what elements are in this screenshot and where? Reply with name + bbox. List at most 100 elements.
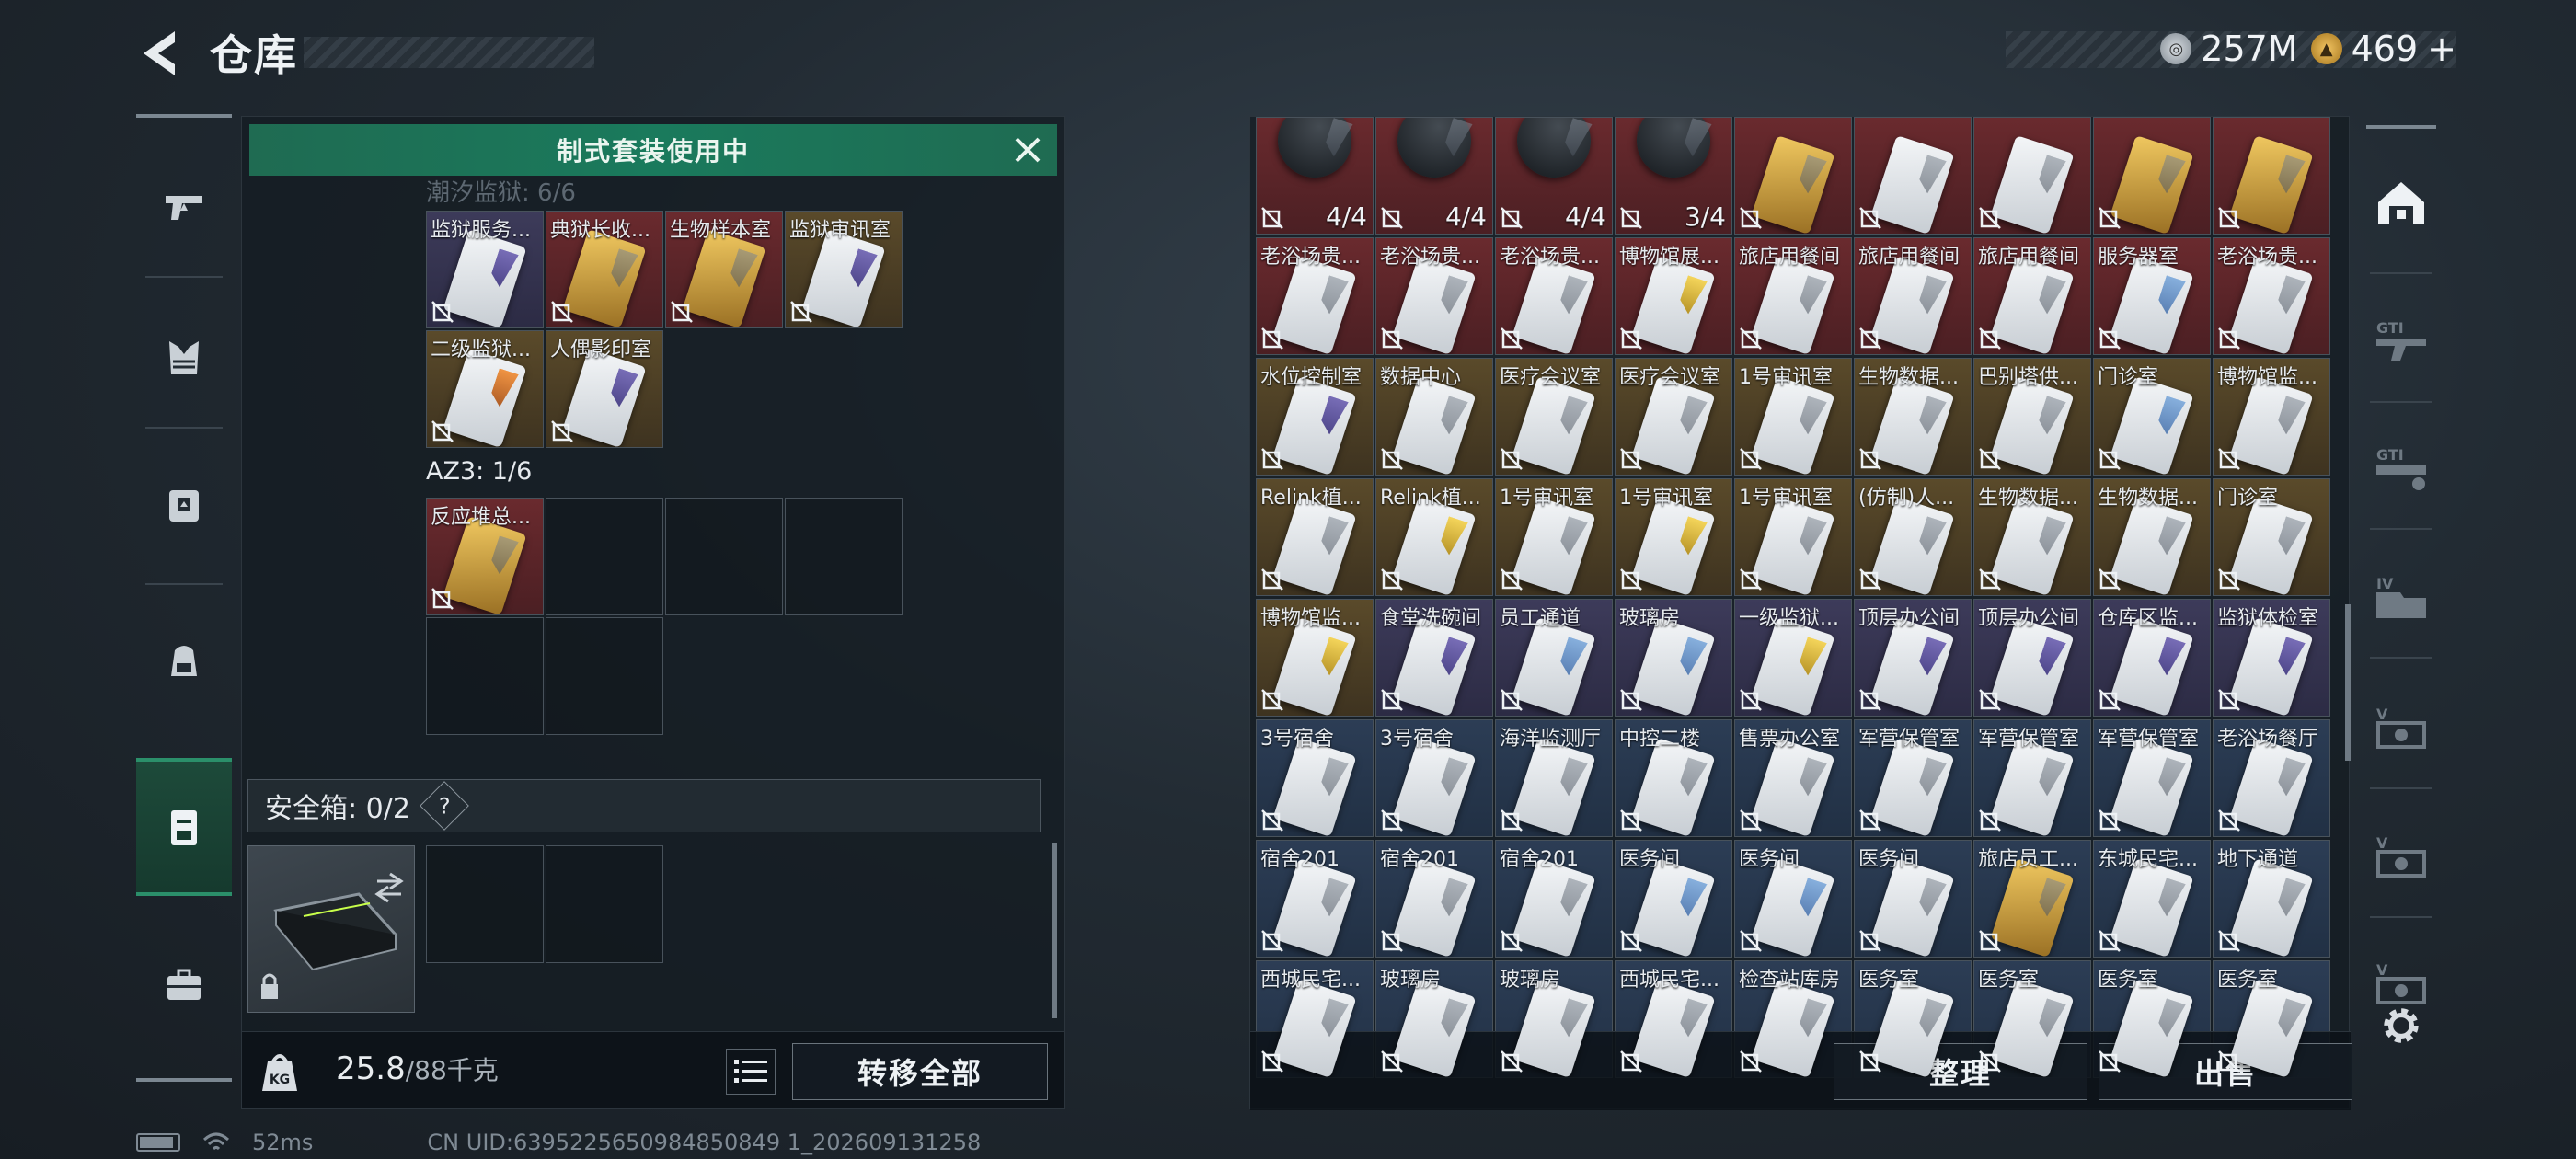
list-view-button[interactable] xyxy=(726,1049,776,1095)
rnav-weapon-rack-2[interactable]: GTI xyxy=(2363,408,2440,528)
keycard-slot[interactable]: 医务间 xyxy=(1615,840,1732,958)
keycard-slot[interactable]: 老浴场餐厅 xyxy=(2213,719,2330,837)
keycard-slot[interactable]: 军营保管室 xyxy=(1973,719,2091,837)
rnav-weapon-rack[interactable]: GTI xyxy=(2363,281,2440,401)
nav-chest-rig[interactable] xyxy=(136,436,232,574)
keycard-slot[interactable]: 3号宿舍 xyxy=(1375,719,1493,837)
left-scrollbar[interactable] xyxy=(1052,843,1057,1018)
keycard-slot[interactable]: 中控二楼 xyxy=(1615,719,1732,837)
safe-box-container[interactable] xyxy=(247,845,415,1013)
keycard-slot[interactable]: 地下通道 xyxy=(2213,840,2330,958)
keycard-slot[interactable]: 3/4 xyxy=(1615,117,1732,235)
empty-slot[interactable] xyxy=(546,617,663,735)
safe-slot[interactable] xyxy=(546,845,663,963)
keycard-slot[interactable]: 宿舍201 xyxy=(1256,840,1374,958)
keycard-slot[interactable]: 医务间 xyxy=(1734,840,1852,958)
keycard-slot[interactable]: 典狱长收... xyxy=(546,211,663,328)
keycard-slot[interactable]: 1号审讯室 xyxy=(1615,478,1732,596)
safe-slot[interactable] xyxy=(426,845,544,963)
keycard-slot[interactable]: 巴别塔供... xyxy=(1973,358,2091,476)
keycard-slot[interactable]: Relink植... xyxy=(1256,478,1374,596)
keycard-slot[interactable]: 4/4 xyxy=(1495,117,1613,235)
keycard-slot[interactable]: Relink植... xyxy=(1375,478,1493,596)
keycard-slot[interactable]: 4/4 xyxy=(1375,117,1493,235)
keycard-slot[interactable] xyxy=(1973,117,2091,235)
keycard-slot[interactable]: 医疗会议室 xyxy=(1615,358,1732,476)
keycard-slot[interactable]: 生物数据... xyxy=(1854,358,1972,476)
keycard-slot[interactable]: 老浴场贵... xyxy=(2213,237,2330,355)
keycard-slot[interactable]: 博物馆监... xyxy=(1256,599,1374,717)
right-scrollbar[interactable] xyxy=(2345,604,2351,761)
close-icon[interactable] xyxy=(1011,133,1044,166)
rnav-warehouse[interactable] xyxy=(2363,143,2440,263)
keycard-slot[interactable]: (仿制)人... xyxy=(1854,478,1972,596)
help-button[interactable]: ? xyxy=(420,781,469,831)
keycard-slot[interactable]: 顶层办公间 xyxy=(1854,599,1972,717)
keycard-slot[interactable]: 博物馆展... xyxy=(1615,237,1732,355)
keycard-slot[interactable]: 生物样本室 xyxy=(665,211,783,328)
keycard-slot[interactable]: 数据中心 xyxy=(1375,358,1493,476)
gold-currency[interactable]: ▲ 469 + xyxy=(2310,29,2456,69)
keycard-slot[interactable]: 水位控制室 xyxy=(1256,358,1374,476)
keycard-slot[interactable]: 海洋监测厅 xyxy=(1495,719,1613,837)
gold-add-button[interactable]: + xyxy=(2427,29,2456,69)
keycard-slot[interactable]: 旅店用餐间 xyxy=(1973,237,2091,355)
keycard-slot[interactable] xyxy=(1734,117,1852,235)
empty-slot[interactable] xyxy=(546,498,663,615)
transfer-all-button[interactable]: 转移全部 xyxy=(792,1043,1048,1100)
nav-armor[interactable] xyxy=(136,289,232,427)
keycard-slot[interactable]: 医疗会议室 xyxy=(1495,358,1613,476)
settings-button[interactable] xyxy=(2363,986,2440,1065)
keycard-slot[interactable]: 一级监狱... xyxy=(1734,599,1852,717)
keycard-slot[interactable]: 仓库区监... xyxy=(2093,599,2211,717)
keycard-slot[interactable]: 门诊室 xyxy=(2213,478,2330,596)
keycard-slot[interactable]: 老浴场贵... xyxy=(1495,237,1613,355)
keycard-slot[interactable]: 顶层办公间 xyxy=(1973,599,2091,717)
rnav-ammo-box[interactable]: IV xyxy=(2363,537,2440,657)
keycard-slot[interactable]: 食堂洗碗间 xyxy=(1375,599,1493,717)
keycard-slot[interactable]: 监狱审讯室 xyxy=(785,211,903,328)
keycard-slot[interactable]: 反应堆总... xyxy=(426,498,544,615)
keycard-slot[interactable]: 旅店员工... xyxy=(1973,840,2091,958)
keycard-slot[interactable]: 服务器室 xyxy=(2093,237,2211,355)
keycard-slot[interactable]: 玻璃房 xyxy=(1615,599,1732,717)
keycard-slot[interactable]: 博物馆监... xyxy=(2213,358,2330,476)
keycard-slot[interactable]: 东城民宅... xyxy=(2093,840,2211,958)
keycard-slot[interactable]: 监狱服务... xyxy=(426,211,544,328)
rnav-vault-2[interactable]: V xyxy=(2363,797,2440,916)
nav-keycard-case[interactable] xyxy=(136,758,232,896)
keycard-slot[interactable]: 售票办公室 xyxy=(1734,719,1852,837)
nav-backpack[interactable] xyxy=(136,592,232,730)
keycard-slot[interactable]: 生物数据... xyxy=(2093,478,2211,596)
empty-slot[interactable] xyxy=(785,498,903,615)
keycard-slot[interactable]: 1号审讯室 xyxy=(1734,358,1852,476)
back-button[interactable] xyxy=(138,28,178,79)
nav-weapons[interactable] xyxy=(136,138,232,276)
rnav-vault[interactable]: V xyxy=(2363,668,2440,787)
keycard-slot[interactable]: 二级监狱... xyxy=(426,330,544,448)
keycard-slot[interactable]: 员工通道 xyxy=(1495,599,1613,717)
keycard-slot[interactable]: 4/4 xyxy=(1256,117,1374,235)
keycard-slot[interactable]: 生物数据... xyxy=(1973,478,2091,596)
keycard-slot[interactable]: 老浴场贵... xyxy=(1256,237,1374,355)
keycard-slot[interactable]: 宿舍201 xyxy=(1375,840,1493,958)
keycard-slot[interactable]: 旅店用餐间 xyxy=(1734,237,1852,355)
empty-slot[interactable] xyxy=(665,498,783,615)
keycard-slot[interactable]: 监狱体检室 xyxy=(2213,599,2330,717)
keycard-slot[interactable]: 宿舍201 xyxy=(1495,840,1613,958)
keycard-slot[interactable] xyxy=(2093,117,2211,235)
keycard-slot[interactable]: 军营保管室 xyxy=(2093,719,2211,837)
keycard-slot[interactable] xyxy=(1854,117,1972,235)
keycard-slot[interactable]: 1号审讯室 xyxy=(1734,478,1852,596)
keycard-slot[interactable]: 3号宿舍 xyxy=(1256,719,1374,837)
keycard-slot[interactable]: 医务间 xyxy=(1854,840,1972,958)
silver-currency[interactable]: ◎ 257M xyxy=(2160,29,2298,69)
keycard-slot[interactable]: 人偶影印室 xyxy=(546,330,663,448)
keycard-slot[interactable]: 1号审讯室 xyxy=(1495,478,1613,596)
nav-briefcase[interactable] xyxy=(136,916,232,1054)
keycard-slot[interactable]: 军营保管室 xyxy=(1854,719,1972,837)
keycard-slot[interactable]: 老浴场贵... xyxy=(1375,237,1493,355)
empty-slot[interactable] xyxy=(426,617,544,735)
keycard-slot[interactable]: 旅店用餐间 xyxy=(1854,237,1972,355)
keycard-slot[interactable]: 门诊室 xyxy=(2093,358,2211,476)
